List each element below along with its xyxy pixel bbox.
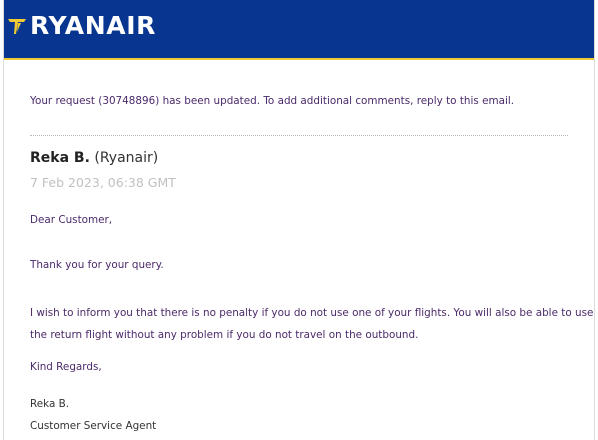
greeting: Dear Customer, bbox=[30, 214, 113, 226]
closing: Kind Regards, bbox=[30, 361, 102, 373]
message-body: I wish to inform you that there is no pe… bbox=[30, 302, 594, 346]
request-update-notice: Your request (30748896) has been updated… bbox=[30, 95, 515, 107]
thanks-line: Thank you for your query. bbox=[30, 259, 164, 271]
body-line: I wish to inform you that there is no pe… bbox=[30, 307, 594, 319]
signature-title: Customer Service Agent bbox=[30, 420, 157, 432]
email-page: RYANAIR Your request (30748896) has been… bbox=[0, 0, 598, 440]
message-author: Reka B. (Ryanair) bbox=[30, 150, 158, 166]
logo-wordmark: RYANAIR bbox=[30, 11, 156, 40]
section-divider bbox=[30, 135, 568, 136]
ryanair-logo: RYANAIR bbox=[7, 11, 156, 41]
email-frame: RYANAIR Your request (30748896) has been… bbox=[3, 0, 595, 440]
signature-name: Reka B. bbox=[30, 398, 70, 410]
brand-header: RYANAIR bbox=[4, 0, 594, 60]
harp-icon bbox=[7, 16, 27, 36]
message-timestamp: 7 Feb 2023, 06:38 GMT bbox=[30, 175, 176, 190]
body-line: the return flight without any problem if… bbox=[30, 329, 419, 341]
author-org: (Ryanair) bbox=[94, 150, 159, 166]
author-name: Reka B. bbox=[30, 150, 90, 166]
